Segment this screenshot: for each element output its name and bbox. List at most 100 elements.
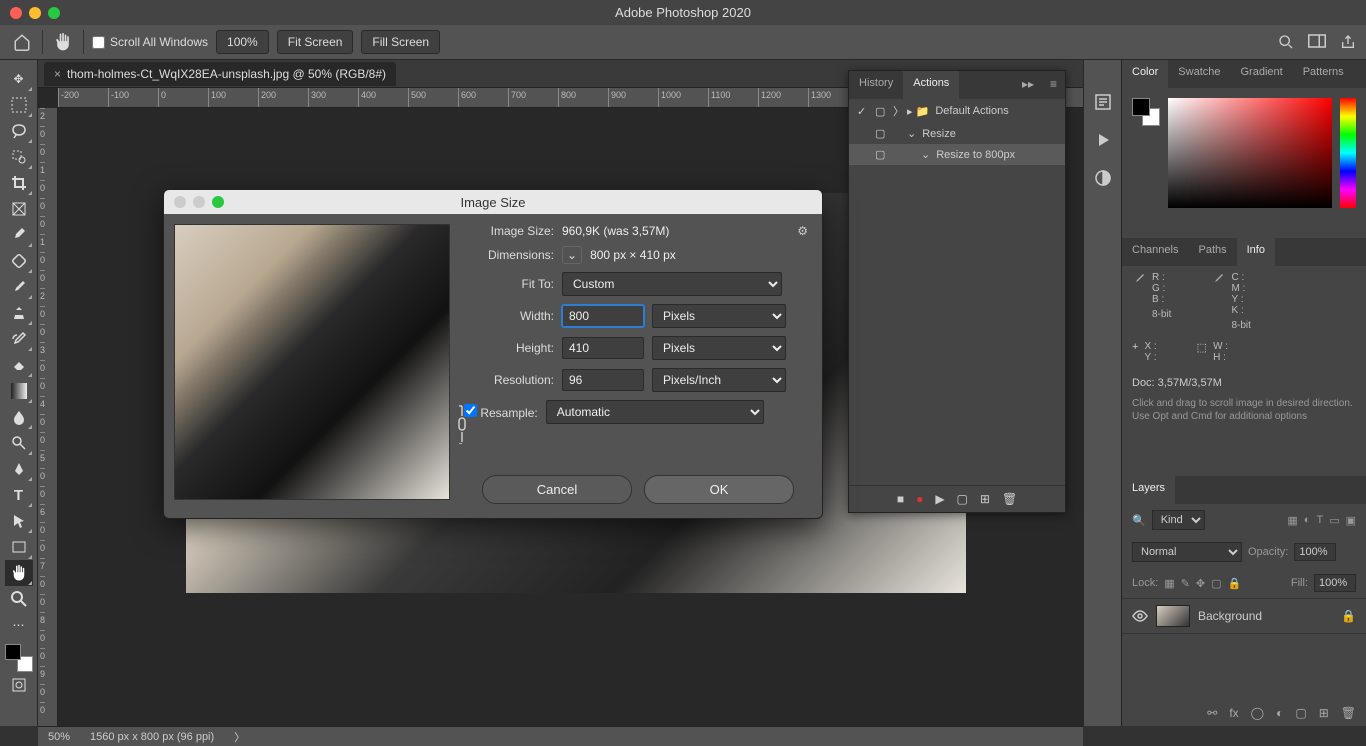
- status-zoom[interactable]: 50%: [48, 731, 70, 743]
- mask-icon[interactable]: ◯: [1251, 706, 1264, 720]
- gear-icon[interactable]: ⚙︎: [797, 224, 808, 238]
- ok-button[interactable]: OK: [644, 475, 794, 504]
- record-icon[interactable]: ●: [916, 492, 923, 506]
- actions-item[interactable]: ▢⌄Resize: [849, 123, 1065, 144]
- filter-type-icon[interactable]: T: [1316, 514, 1323, 527]
- cancel-button[interactable]: Cancel: [482, 475, 632, 504]
- actions-item[interactable]: ▢⌄Resize to 800px: [849, 144, 1065, 165]
- filter-adjustment-icon[interactable]: ◐: [1304, 514, 1311, 527]
- maximize-window-button[interactable]: [48, 7, 60, 19]
- hand-tool[interactable]: [5, 560, 33, 586]
- delete-layer-icon[interactable]: 🗑: [1341, 706, 1356, 720]
- pen-tool[interactable]: [5, 456, 33, 482]
- visibility-toggle-icon[interactable]: [1132, 610, 1148, 622]
- move-tool[interactable]: ✥: [5, 66, 33, 92]
- properties-panel-icon[interactable]: [1091, 90, 1115, 114]
- close-window-button[interactable]: [10, 7, 22, 19]
- color-picker-field[interactable]: [1168, 98, 1332, 208]
- delete-action-icon[interactable]: 🗑: [1002, 492, 1017, 506]
- lock-all-icon[interactable]: 🔒: [1228, 577, 1242, 590]
- blur-tool[interactable]: [5, 404, 33, 430]
- tab-swatches[interactable]: Swatche: [1168, 60, 1230, 88]
- fit-screen-button[interactable]: Fit Screen: [277, 30, 354, 54]
- eraser-tool[interactable]: [5, 352, 33, 378]
- collapse-panel-icon[interactable]: ▸▸: [1014, 71, 1042, 99]
- actions-item[interactable]: ✓▢〉 ▸ 📁Default Actions: [849, 99, 1065, 123]
- tab-history[interactable]: History: [849, 71, 903, 99]
- fx-icon[interactable]: fx: [1229, 706, 1238, 720]
- resolution-unit-select[interactable]: Pixels/Inch: [652, 368, 786, 392]
- zoom-tool[interactable]: [5, 586, 33, 612]
- stop-icon[interactable]: ■: [897, 492, 904, 506]
- tab-gradients[interactable]: Gradient: [1231, 60, 1293, 88]
- hand-tool-icon[interactable]: [51, 30, 75, 54]
- tab-info[interactable]: Info: [1237, 238, 1275, 266]
- status-flyout-icon[interactable]: 〉: [234, 729, 245, 745]
- blend-mode-select[interactable]: Normal: [1132, 542, 1242, 562]
- play-panel-icon[interactable]: [1091, 128, 1115, 152]
- color-swatch-pair[interactable]: [1132, 98, 1160, 126]
- tab-color[interactable]: Color: [1122, 60, 1168, 88]
- fit-to-select[interactable]: Custom: [562, 272, 782, 296]
- resample-select[interactable]: Automatic: [546, 400, 764, 424]
- height-unit-select[interactable]: Pixels: [652, 336, 786, 360]
- filter-smart-icon[interactable]: ▣: [1346, 514, 1356, 527]
- scroll-all-windows-checkbox[interactable]: Scroll All Windows: [92, 35, 208, 49]
- dodge-tool[interactable]: [5, 430, 33, 456]
- new-layer-icon[interactable]: ⊞: [1319, 706, 1329, 720]
- layer-kind-filter[interactable]: Kind: [1152, 510, 1205, 530]
- minimize-window-button[interactable]: [29, 7, 41, 19]
- dialog-zoom-button[interactable]: [212, 196, 224, 208]
- healing-brush-tool[interactable]: [5, 248, 33, 274]
- lasso-tool[interactable]: [5, 118, 33, 144]
- new-action-icon[interactable]: ⊞: [980, 492, 990, 506]
- eyedropper-tool[interactable]: [5, 222, 33, 248]
- type-tool[interactable]: T: [5, 482, 33, 508]
- rectangle-tool[interactable]: [5, 534, 33, 560]
- marquee-tool[interactable]: [5, 92, 33, 118]
- workspace-menu-icon[interactable]: [1308, 34, 1326, 50]
- frame-tool[interactable]: [5, 196, 33, 222]
- play-icon[interactable]: ▶: [935, 492, 944, 506]
- zoom-100-button[interactable]: 100%: [216, 30, 269, 54]
- tab-channels[interactable]: Channels: [1122, 238, 1188, 266]
- fill-input[interactable]: [1314, 574, 1356, 592]
- tab-patterns[interactable]: Patterns: [1293, 60, 1354, 88]
- quick-select-tool[interactable]: [5, 144, 33, 170]
- filter-shape-icon[interactable]: ▭: [1329, 514, 1339, 527]
- gradient-tool[interactable]: [5, 378, 33, 404]
- new-set-icon[interactable]: ▢: [957, 492, 968, 506]
- document-tab[interactable]: × thom-holmes-Ct_WqIX28EA-unsplash.jpg @…: [44, 62, 396, 86]
- close-tab-icon[interactable]: ×: [54, 67, 61, 81]
- constrain-proportions-icon[interactable]: [452, 401, 472, 447]
- toolbar-more[interactable]: ⋯: [5, 612, 33, 638]
- home-button[interactable]: [10, 30, 34, 54]
- clone-stamp-tool[interactable]: [5, 300, 33, 326]
- search-icon[interactable]: [1278, 34, 1294, 50]
- width-input[interactable]: [562, 305, 644, 327]
- lock-transparency-icon[interactable]: ▦: [1164, 577, 1174, 590]
- path-select-tool[interactable]: [5, 508, 33, 534]
- height-input[interactable]: [562, 337, 644, 359]
- panel-menu-icon[interactable]: ≡: [1042, 71, 1065, 99]
- tab-layers[interactable]: Layers: [1122, 476, 1175, 504]
- quick-mask-toggle[interactable]: [5, 672, 33, 698]
- lock-artboard-icon[interactable]: ▢: [1211, 577, 1221, 590]
- tab-actions[interactable]: Actions: [903, 71, 959, 99]
- dimensions-dropdown[interactable]: ⌄: [562, 246, 582, 264]
- fill-screen-button[interactable]: Fill Screen: [361, 30, 440, 54]
- adjustments-panel-icon[interactable]: [1091, 166, 1115, 190]
- link-layers-icon[interactable]: ⚯: [1207, 706, 1217, 720]
- lock-position-icon[interactable]: ✥: [1196, 577, 1205, 590]
- adjustment-layer-icon[interactable]: ◐: [1276, 706, 1283, 720]
- foreground-background-swatch[interactable]: [5, 644, 33, 672]
- status-dimensions[interactable]: 1560 px x 800 px (96 ppi): [90, 731, 214, 743]
- resolution-input[interactable]: [562, 369, 644, 391]
- brush-tool[interactable]: [5, 274, 33, 300]
- dialog-close-button[interactable]: [174, 196, 186, 208]
- tab-paths[interactable]: Paths: [1188, 238, 1236, 266]
- layer-row[interactable]: Background 🔒: [1122, 598, 1366, 634]
- crop-tool[interactable]: [5, 170, 33, 196]
- hue-slider[interactable]: [1340, 98, 1356, 208]
- history-brush-tool[interactable]: [5, 326, 33, 352]
